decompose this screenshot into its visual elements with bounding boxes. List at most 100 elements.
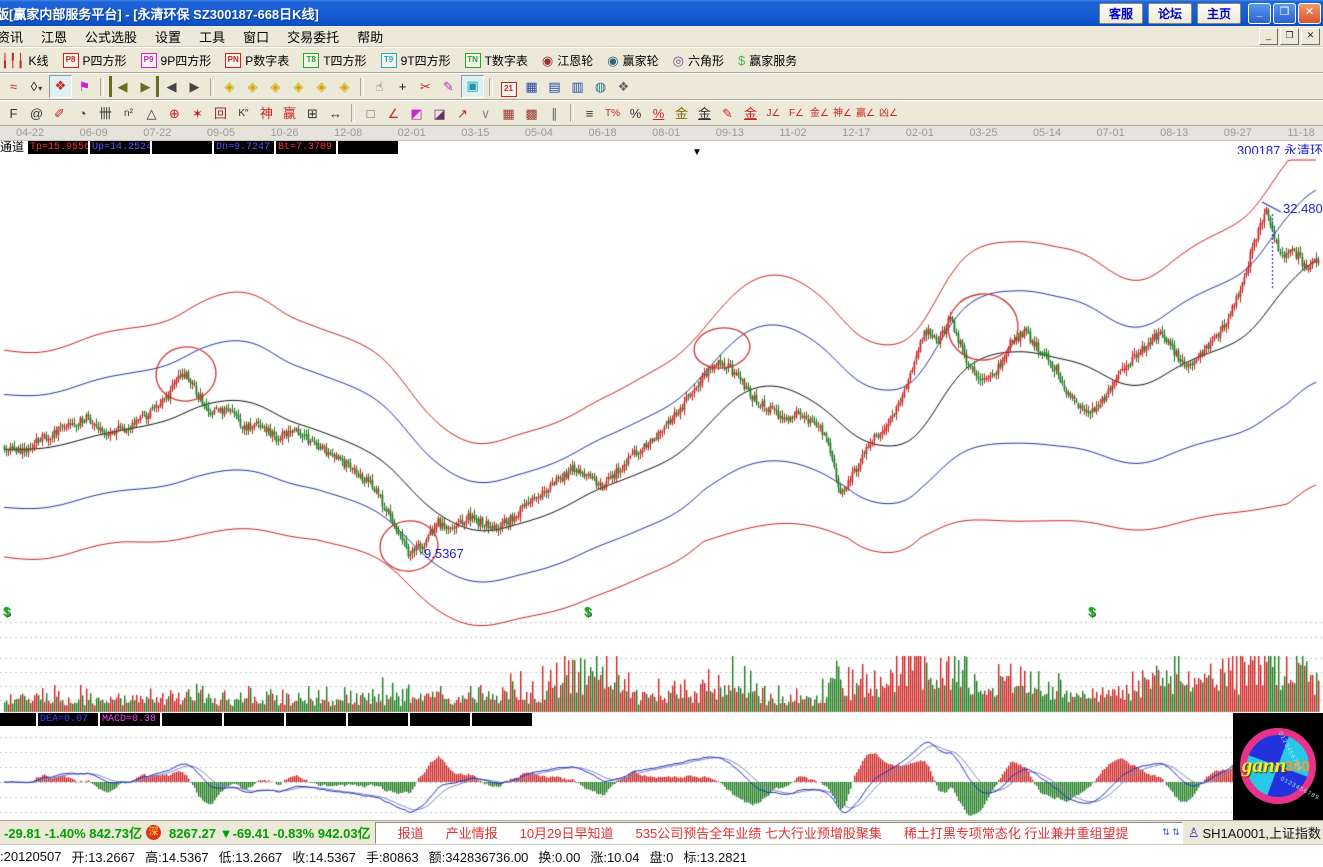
grid2-tool-icon[interactable]: ▩ [521, 103, 542, 124]
compass-tool-icon[interactable]: ✐ [49, 103, 70, 124]
spiral-tool-icon[interactable]: @ [26, 103, 47, 124]
wave-gold-tool-icon[interactable]: 金 [740, 103, 761, 124]
kline-button[interactable]: ╽╿╽K线 [0, 52, 56, 69]
trend-arrows-tool-icon[interactable]: ↗ [452, 103, 473, 124]
homepage-button[interactable]: 主页 [1197, 3, 1241, 24]
tick-chart-icon[interactable]: ≈ [3, 76, 24, 97]
forum-button[interactable]: 论坛 [1148, 3, 1192, 24]
gold-angle-tool-icon[interactable]: 金∠ [809, 103, 830, 124]
percent-lines-tool-icon[interactable]: % [648, 103, 669, 124]
gann-circle-tool-icon[interactable]: ⊕ [164, 103, 185, 124]
t-number-table-button[interactable]: TNT数字表 [458, 52, 535, 69]
p9-square-button[interactable]: P99P四方形 [134, 52, 219, 69]
winner-wheel-button[interactable]: ◉赢家轮 [600, 52, 665, 69]
t-percent-tool-icon[interactable]: T% [602, 103, 623, 124]
menu-item-7[interactable]: 交易委托 [278, 25, 348, 48]
percent-tool-icon[interactable]: % [625, 103, 646, 124]
save-icon[interactable]: ▥ [567, 76, 588, 97]
shen-tool-icon[interactable]: 神 [256, 103, 277, 124]
gold-circle-tool-icon[interactable]: 金 [671, 103, 692, 124]
fan-box2-tool-icon[interactable]: ◪ [429, 103, 450, 124]
index-marker-icon[interactable]: ♙ [1188, 825, 1200, 841]
menu-item-6[interactable]: 窗口 [234, 25, 278, 48]
news-ticker-item-3[interactable]: 10月29日早知道 [520, 823, 614, 842]
brush-note-tool-icon[interactable]: ✎ [717, 103, 738, 124]
indicator-flag-icon[interactable]: ⚑ [74, 76, 95, 97]
j-angle-tool-icon[interactable]: J∠ [763, 103, 784, 124]
xiong-angle-tool-icon[interactable]: 凶∠ [878, 103, 899, 124]
hexagon-button[interactable]: ◎六角形 [666, 52, 731, 69]
news-ticker-item-4[interactable]: 535公司预告全年业绩 七大行业预增股聚集 [636, 823, 882, 842]
zoom-shift-right-icon[interactable]: ◈ [242, 76, 263, 97]
zigzag-tool-icon[interactable]: ∨ [475, 103, 496, 124]
calendar-icon[interactable]: 21 [498, 76, 519, 97]
news-ticker-item-5[interactable]: 稀土打黑专项常态化 行业兼并重组望提 [904, 823, 1129, 842]
crosshair-icon[interactable]: + [392, 76, 413, 97]
mdi-close-button[interactable]: ✕ [1301, 28, 1320, 45]
p-square-button[interactable]: P8P四方形 [56, 52, 134, 69]
calculator-icon[interactable]: ▦ [521, 76, 542, 97]
fan-lines-tool-icon[interactable]: ∠ [383, 103, 404, 124]
gann-clock-tool-icon[interactable]: ◔ [72, 103, 93, 124]
chip-distribution-icon[interactable]: ❖ [49, 75, 72, 98]
news-ticker-item-2[interactable]: 产业情报 [446, 823, 498, 842]
zoom-shrink-h-icon[interactable]: ◈ [288, 76, 309, 97]
jump-last-icon[interactable]: ▶ [135, 76, 159, 97]
star-grid-tool-icon[interactable]: ✶ [187, 103, 208, 124]
menu-item-1[interactable]: 资讯 [0, 25, 32, 48]
menu-item-5[interactable]: 工具 [190, 25, 234, 48]
memo-icon[interactable]: ▤ [544, 76, 565, 97]
mdi-minimize-button[interactable]: _ [1259, 28, 1278, 45]
account-service-icon[interactable]: ❖ [613, 76, 634, 97]
customer-service-button[interactable]: 客服 [1099, 3, 1143, 24]
hand-tool-icon[interactable]: ☝ [369, 76, 390, 97]
ruler-tool-icon[interactable]: 卌 [95, 103, 116, 124]
export-data-icon[interactable]: ◍ [590, 76, 611, 97]
angle-ruler-tool-icon[interactable]: △ [141, 103, 162, 124]
zoom-expand-all-icon[interactable]: ◈ [334, 76, 355, 97]
gold-lines-tool-icon[interactable]: 金 [694, 103, 715, 124]
winner-service-button[interactable]: $赢家服务 [731, 52, 804, 69]
jump-first-icon[interactable]: ◀ [109, 76, 133, 97]
news-ticker-item-1[interactable]: 报道 [398, 823, 424, 842]
grid-tool-icon[interactable]: ▦ [498, 103, 519, 124]
fan-box-tool-icon[interactable]: ◩ [406, 103, 427, 124]
t9-square-button[interactable]: T99T四方形 [374, 52, 458, 69]
menu-item-8[interactable]: 帮助 [348, 25, 392, 48]
ruler123-tool-icon[interactable]: ⊞ [302, 103, 323, 124]
gann-wheel-button[interactable]: ◉江恩轮 [535, 52, 600, 69]
mdi-restore-button[interactable]: ❐ [1280, 28, 1299, 45]
zoom-expand-v-icon[interactable]: ◈ [311, 76, 332, 97]
ohlc-field-4: 低:13.2667 [207, 847, 283, 866]
restore-button[interactable]: ❐ [1273, 3, 1296, 24]
f-angle-tool-icon[interactable]: F∠ [786, 103, 807, 124]
next-bar-icon[interactable]: ▶ [184, 76, 205, 97]
prev-bar-icon[interactable]: ◀ [161, 76, 182, 97]
t-square-button[interactable]: T8T四方形 [296, 52, 373, 69]
kmark-tool-icon[interactable]: K″ [233, 103, 254, 124]
shenzhen-index-icon[interactable]: 深 [146, 825, 161, 840]
p-number-table-button[interactable]: PNP数字表 [218, 52, 296, 69]
annotate-pen-icon[interactable]: ✎ [438, 76, 459, 97]
span-measure-tool-icon[interactable]: ↔ [325, 103, 346, 124]
fib-time-tool-icon[interactable]: F [3, 103, 24, 124]
ying-angle-tool-icon[interactable]: 赢∠ [855, 103, 876, 124]
zoom-expand-h-icon[interactable]: ◈ [265, 76, 286, 97]
menu-item-4[interactable]: 设置 [146, 25, 190, 48]
ying-tool-icon[interactable]: 赢 [279, 103, 300, 124]
close-button[interactable]: ✕ [1298, 3, 1321, 24]
minimize-button[interactable]: _ [1248, 3, 1271, 24]
n2-ruler-tool-icon[interactable]: n² [118, 103, 139, 124]
zoom-shift-left-icon[interactable]: ◈ [219, 76, 240, 97]
box-tool-icon[interactable]: □ [360, 103, 381, 124]
candle-period-icon[interactable]: ◊▾ [26, 76, 47, 97]
menu-item-2[interactable]: 江恩 [32, 25, 76, 48]
zoom-area-icon[interactable]: ▣ [461, 75, 484, 98]
measure-scissors-icon[interactable]: ✂ [415, 76, 436, 97]
parallel-lines-tool-icon[interactable]: ∥ [544, 103, 565, 124]
shen-angle-tool-icon[interactable]: 神∠ [832, 103, 853, 124]
menu-item-3[interactable]: 公式选股 [76, 25, 146, 48]
square-spiral-tool-icon[interactable]: 回 [210, 103, 231, 124]
ticker-scroll-icon[interactable]: ⇅ ⇅ [1160, 827, 1182, 838]
levels-tool-icon[interactable]: ≡ [579, 103, 600, 124]
